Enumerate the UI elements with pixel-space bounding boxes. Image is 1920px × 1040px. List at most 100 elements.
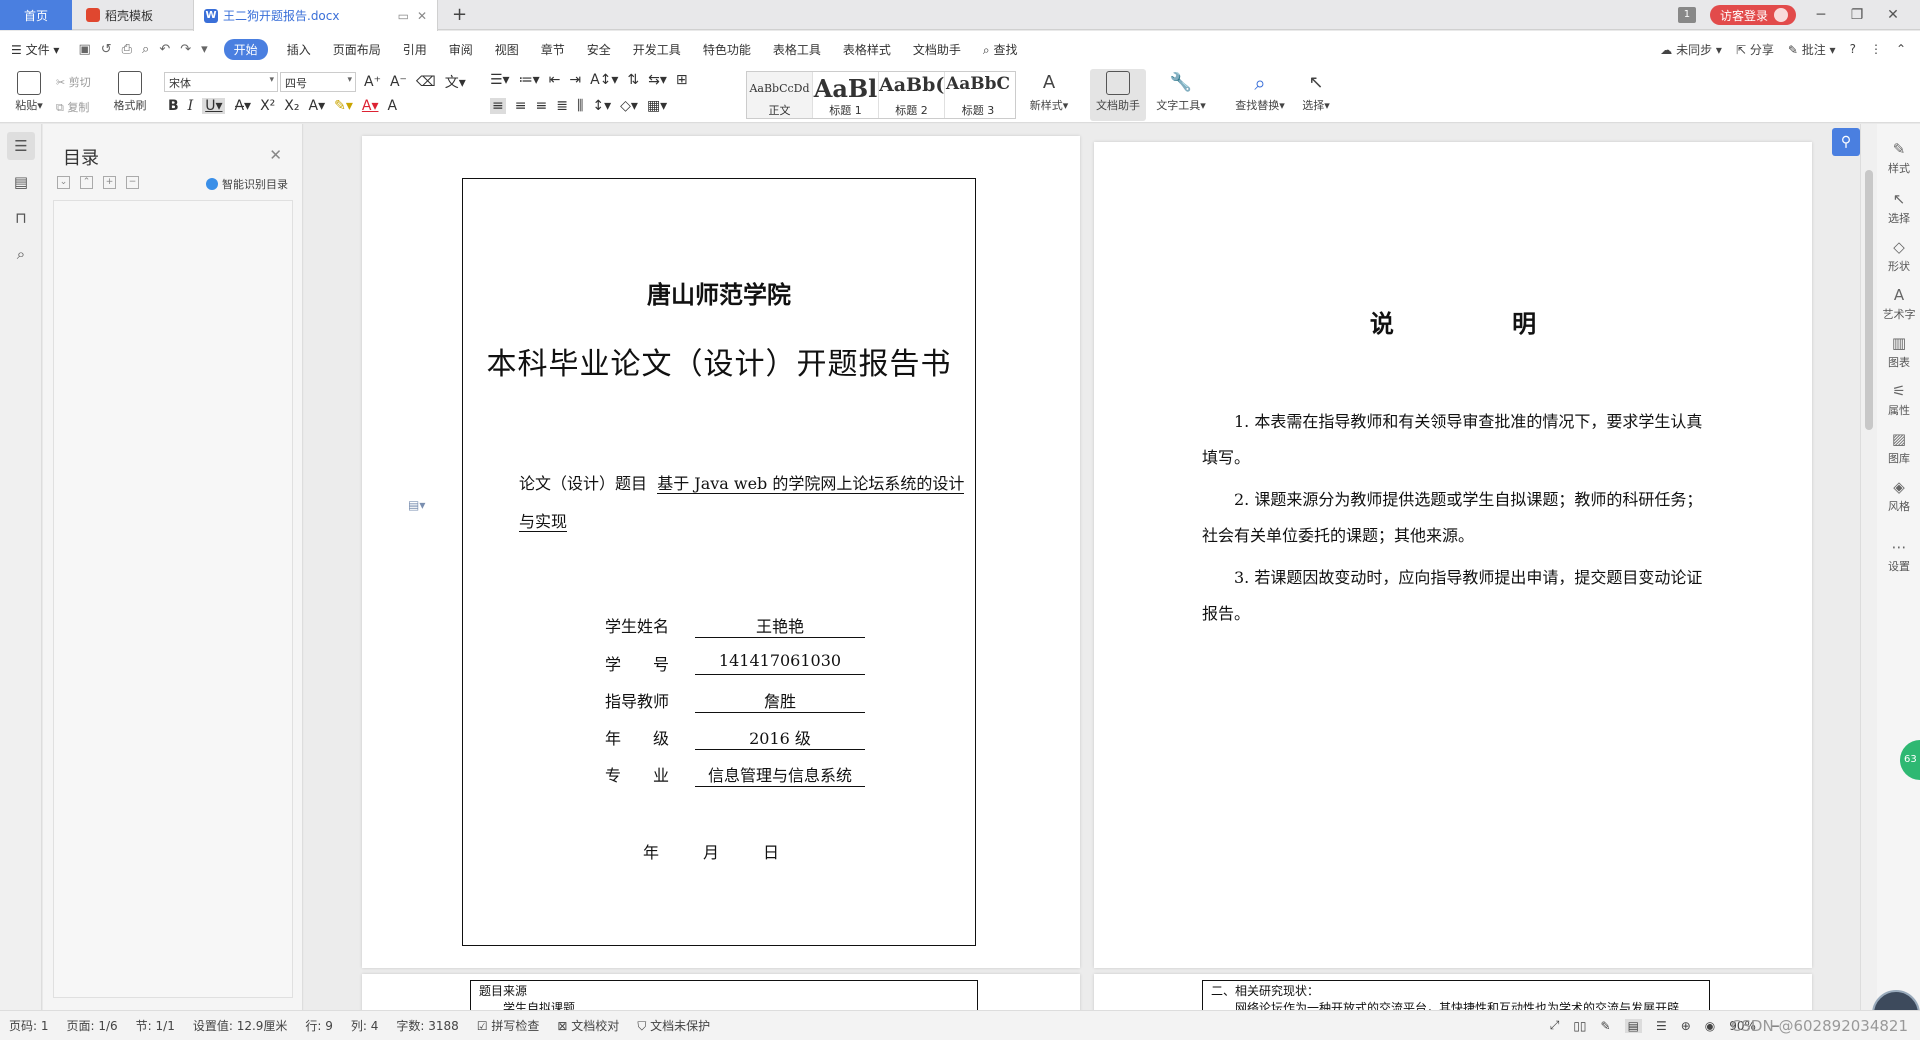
outdent-icon[interactable]: ⇤ [549,72,561,88]
cut-button[interactable]: ✂ 剪切 [56,74,91,90]
font-color-icon[interactable]: A▾ [362,98,379,114]
smart-toc-button[interactable]: 智能识别目录 [206,176,288,192]
line-spacing-icon[interactable]: ↕▾ [592,98,611,114]
menu-insert[interactable]: 插入 [276,41,322,58]
comment-button[interactable]: ✎ 批注 ▾ [1788,41,1836,58]
protect-button[interactable]: ⛉ 文档未保护 [628,1017,719,1034]
tab-template[interactable]: 稻壳模板 [76,0,190,30]
shading-icon[interactable]: ◇▾ [620,98,638,114]
page-instructions[interactable]: 说 明 1. 本表需在指导教师和有关领导审查批准的情况下，要求学生认真填写。 2… [1094,142,1812,968]
status-page-code[interactable]: 页码: 1 [0,1017,58,1034]
copy-button[interactable]: ⧉ 复制 [56,99,89,115]
print-icon[interactable]: ⎙ [122,42,132,57]
subscript-icon[interactable]: X₂ [284,98,299,114]
menu-layout[interactable]: 页面布局 [322,41,392,58]
toc-view-icon[interactable]: ☰ [7,132,35,160]
menu-security[interactable]: 安全 [576,41,622,58]
menu-view[interactable]: 视图 [484,41,530,58]
page-3-peek[interactable]: 题目来源 学生自拟课题 [362,974,1080,1010]
font-size-select[interactable]: 四号 [280,72,356,92]
align-right-icon[interactable]: ≡ [535,98,547,114]
superscript-icon[interactable]: X² [260,98,275,114]
text-tools-button[interactable]: 🔧 文字工具▾ [1152,71,1210,113]
highlight-icon[interactable]: ✎▾ [334,98,353,114]
new-style-button[interactable]: A 新样式▾ [1024,71,1074,113]
menu-table-style[interactable]: 表格样式 [832,41,902,58]
menu-review[interactable]: 审阅 [438,41,484,58]
shrink-font-icon[interactable]: A⁻ [390,74,407,90]
remove-heading-icon[interactable]: − [126,176,139,189]
underline-icon[interactable]: U▾ [202,98,226,114]
status-setting[interactable]: 设置值: 12.9厘米 [184,1017,297,1034]
page-view-icon[interactable]: ▤ [1624,1018,1642,1033]
file-menu[interactable]: ☰ 文件 ▾ [0,41,70,58]
add-heading-icon[interactable]: + [103,176,116,189]
bullet-list-icon[interactable]: ☰▾ [490,72,510,88]
customize-icon[interactable]: ▾ [201,42,208,57]
close-window-icon[interactable]: ✕ [1882,7,1904,23]
tool-properties[interactable]: ⚟ 属性 [1877,382,1920,418]
restore-icon[interactable]: ❐ [1846,7,1868,23]
numbered-list-icon[interactable]: ≔▾ [519,72,540,88]
collapse-all-icon[interactable]: ⌃ [80,176,93,189]
paste-button[interactable]: 粘贴▾ [12,71,46,113]
show-marks-icon[interactable]: ⇆▾ [648,72,667,88]
indent-icon[interactable]: ⇥ [569,72,581,88]
page-cover[interactable]: 唐山师范学院 本科毕业论文（设计）开题报告书 论文（设计）题目 基于 Java … [362,136,1080,968]
tool-chart[interactable]: ▥ 图表 [1877,334,1920,370]
undo-icon[interactable]: ↶ [159,42,170,57]
page-4-peek[interactable]: 二、相关研究现状： 网络论坛作为一种开放式的交流平台，其快捷性和互动性也为学术的… [1094,974,1812,1010]
find-icon[interactable]: ⌕ [7,240,35,268]
table-border-icon[interactable]: ⊞ [676,72,688,88]
expand-all-icon[interactable]: ⌄ [57,176,70,189]
menu-doc-assistant[interactable]: 文档助手 [902,41,972,58]
text-effect-icon[interactable]: A▾ [309,98,326,114]
doc-assistant-button[interactable]: 文档助手 [1090,69,1146,121]
menu-start[interactable]: 开始 [223,38,268,60]
strikethrough-icon[interactable]: A̶▾ [234,98,251,114]
sync-button[interactable]: ☁ 未同步 ▾ [1660,41,1722,58]
style-heading2[interactable]: AaBb( 标题 2 [879,72,945,118]
spell-check-button[interactable]: ☑ 拼写检查 [468,1017,549,1034]
tool-gallery[interactable]: ▨ 图库 [1877,430,1920,466]
font-name-select[interactable]: 宋体 [164,72,278,92]
borders-icon[interactable]: ▦▾ [647,98,667,114]
bold-icon[interactable]: B [168,98,179,114]
sort-icon[interactable]: ⇅ [627,72,639,88]
edit-mode-icon[interactable]: ✎ [1601,1019,1611,1033]
style-normal[interactable]: AaBbCcDd 正文 [747,72,813,118]
help-icon[interactable]: ? [1850,42,1856,56]
paragraph-option-icon[interactable]: ▤▾ [408,498,425,512]
document-canvas[interactable]: 唐山师范学院 本科毕业论文（设计）开题报告书 论文（设计）题目 基于 Java … [304,124,1860,1010]
select-button[interactable]: ↖ 选择▾ [1296,71,1336,113]
login-button[interactable]: 访客登录 [1709,5,1796,25]
scroll-thumb[interactable] [1865,170,1873,430]
save-icon[interactable]: ▣ [78,42,90,57]
proofread-button[interactable]: ⊠ 文档校对 [548,1017,628,1034]
read-mode-icon[interactable]: ▯▯ [1573,1019,1586,1033]
tab-document[interactable]: W 王二狗开题报告.docx ▭ ✕ [193,0,438,31]
vertical-scrollbar[interactable] [1861,124,1877,1010]
share-button[interactable]: ⇱ 分享 [1736,41,1774,58]
menu-reference[interactable]: 引用 [392,41,438,58]
char-shading-icon[interactable]: A [387,98,397,114]
tool-shape[interactable]: ◇ 形状 [1877,238,1920,274]
more-icon[interactable]: ⋮ [1870,42,1882,56]
tool-wordart[interactable]: A 艺术字 [1877,286,1920,322]
grow-font-icon[interactable]: A⁺ [364,74,381,90]
eye-protect-icon[interactable]: ◉ [1705,1019,1715,1033]
tab-home[interactable]: 首页 [0,0,72,30]
notification-badge[interactable]: 1 [1677,7,1696,23]
char-spacing-icon[interactable]: A↕▾ [590,72,618,88]
minimize-icon[interactable]: ─ [1810,7,1832,23]
bookmark-icon[interactable]: ⊓ [7,204,35,232]
align-left-icon[interactable]: ≡ [490,98,506,114]
web-view-icon[interactable]: ⊕ [1681,1019,1691,1033]
page-thumbnail-icon[interactable]: ▤ [7,168,35,196]
align-center-icon[interactable]: ≡ [515,98,527,114]
close-tab-icon[interactable]: ✕ [417,9,427,23]
find-replace-button[interactable]: ⌕ 查找替换▾ [1230,71,1290,113]
status-words[interactable]: 字数: 3188 [387,1017,467,1034]
clear-format-icon[interactable]: ⌫ [416,74,436,90]
menu-developer[interactable]: 开发工具 [622,41,692,58]
